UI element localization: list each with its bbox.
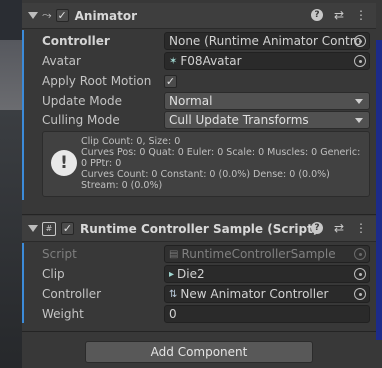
clip-field[interactable]: ▸ Die2: [164, 265, 370, 283]
help-icon[interactable]: ?: [310, 8, 324, 22]
object-picker-icon[interactable]: [354, 55, 366, 67]
animation-clip-icon: ▸: [169, 268, 175, 280]
weight-label: Weight: [42, 307, 84, 321]
clip-row: Clip ▸ Die2: [22, 264, 376, 284]
object-picker-icon[interactable]: [354, 288, 366, 300]
avatar-label: Avatar: [42, 54, 81, 68]
script-label: Script: [42, 247, 77, 261]
object-picker-icon[interactable]: [354, 35, 366, 47]
avatar-asset-icon: ✶: [169, 55, 178, 67]
component-divider: [22, 331, 376, 332]
script-field: ▤ RuntimeControllerSample: [164, 245, 370, 263]
animator-info-box: ! Clip Count: 0, Size: 0 Curves Pos: 0 Q…: [42, 131, 370, 197]
preset-icon[interactable]: ⇄: [332, 8, 346, 22]
culling-mode-row: Culling Mode Cull Update Transforms: [22, 110, 376, 130]
script-file-icon: ▤: [169, 248, 179, 260]
animator-enabled-checkbox[interactable]: ✓: [55, 9, 69, 22]
sample-controller-label: Controller: [42, 287, 102, 301]
add-component-button[interactable]: Add Component: [85, 341, 313, 363]
culling-mode-dropdown[interactable]: Cull Update Transforms: [164, 111, 370, 129]
apply-root-motion-checkbox[interactable]: ✓: [164, 74, 177, 88]
update-mode-row: Update Mode Normal: [22, 91, 376, 111]
sample-enabled-checkbox[interactable]: ✓: [61, 222, 74, 235]
scene-view-edge-right: [376, 40, 382, 340]
object-picker-icon: [354, 248, 366, 260]
scene-view-edge: [0, 0, 22, 368]
sample-component-header[interactable]: # ✓ Runtime Controller Sample (Script) ?…: [22, 216, 376, 242]
component-divider: [22, 214, 376, 215]
controller-field[interactable]: None (Runtime Animator Contro: [164, 32, 370, 50]
sample-controller-row: Controller ⇅ New Animator Controller: [22, 284, 376, 304]
update-mode-label: Update Mode: [42, 94, 122, 108]
animator-controller-icon: ⇅: [169, 288, 178, 300]
weight-row: Weight 0: [22, 304, 376, 324]
context-menu-icon[interactable]: ⋮: [354, 8, 368, 22]
scene-ground: [0, 110, 22, 368]
preset-icon[interactable]: ⇄: [332, 221, 346, 235]
script-icon: #: [42, 221, 56, 236]
animator-icon: ⤳: [42, 8, 52, 22]
dropdown-arrow-icon: [355, 99, 363, 104]
animator-header-icons: ? ⇄ ⋮: [310, 8, 368, 22]
info-exclamation-icon: !: [51, 150, 77, 176]
animator-title: Animator: [74, 8, 138, 23]
animator-component-header[interactable]: ⤳ ✓ Animator ? ⇄ ⋮: [22, 3, 376, 29]
apply-root-motion-label: Apply Root Motion: [42, 74, 152, 88]
controller-label: Controller: [42, 34, 110, 48]
foldout-arrow-icon[interactable]: [28, 12, 38, 19]
sample-header-icons: ? ⇄ ⋮: [310, 221, 368, 235]
avatar-row: Avatar ✶ F08Avatar: [22, 51, 376, 71]
avatar-field[interactable]: ✶ F08Avatar: [164, 52, 370, 70]
script-row: Script ▤ RuntimeControllerSample: [22, 244, 376, 264]
update-mode-dropdown[interactable]: Normal: [164, 92, 370, 110]
clip-label: Clip: [42, 267, 65, 281]
object-picker-icon[interactable]: [354, 268, 366, 280]
animator-info-text: Clip Count: 0, Size: 0 Curves Pos: 0 Qua…: [81, 136, 361, 191]
sample-title: Runtime Controller Sample (Script): [80, 221, 319, 236]
apply-root-motion-row: Apply Root Motion ✓: [22, 71, 376, 91]
sample-controller-field[interactable]: ⇅ New Animator Controller: [164, 285, 370, 303]
scene-sky: [0, 40, 22, 110]
inspector-panel: ⤳ ✓ Animator ? ⇄ ⋮ Controller None (Runt…: [22, 0, 376, 368]
culling-mode-label: Culling Mode: [42, 113, 120, 127]
controller-row: Controller None (Runtime Animator Contro: [22, 31, 376, 51]
dropdown-arrow-icon: [355, 118, 363, 123]
weight-field[interactable]: 0: [164, 305, 370, 323]
context-menu-icon[interactable]: ⋮: [354, 221, 368, 235]
help-icon[interactable]: ?: [310, 221, 324, 235]
foldout-arrow-icon[interactable]: [28, 225, 38, 232]
